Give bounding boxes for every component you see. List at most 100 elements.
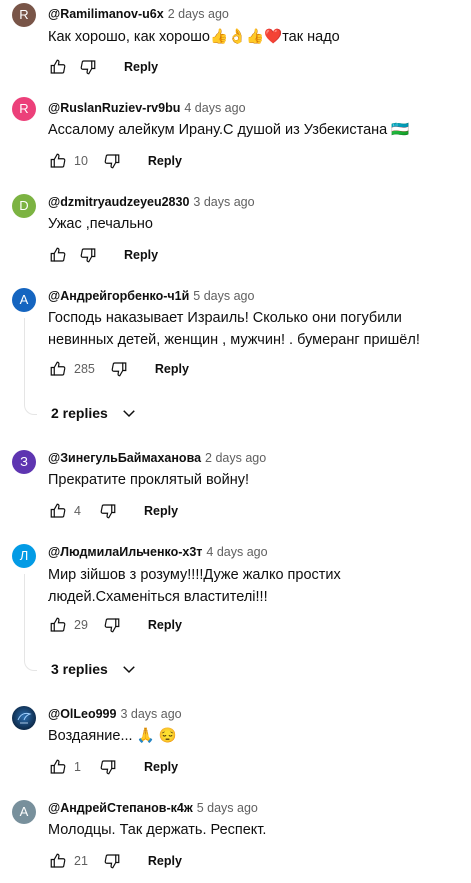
- view-replies-button[interactable]: 2 replies: [51, 404, 138, 422]
- dislike-button[interactable]: [78, 245, 98, 265]
- thumb-down-icon: [104, 854, 120, 869]
- thumb-up-icon: [50, 361, 66, 376]
- comment-time[interactable]: 3 days ago: [193, 195, 254, 209]
- thumb-down-icon: [80, 60, 96, 75]
- thumb-up-icon: [50, 503, 66, 518]
- like-button[interactable]: [48, 615, 68, 635]
- dislike-button[interactable]: [109, 359, 129, 379]
- like-count: 285: [74, 362, 95, 376]
- comment-text: Мир зійшов з розуму!!!!Дуже жалко прости…: [48, 567, 341, 605]
- author-name[interactable]: @ЗинегульБаймаханова: [48, 451, 201, 465]
- thread-line: [24, 574, 37, 671]
- comment-time[interactable]: 2 days ago: [168, 7, 229, 21]
- dislike-button[interactable]: [102, 615, 122, 635]
- author-name[interactable]: @dzmitryaudzeyeu2830: [48, 195, 189, 209]
- comment-text: Ассалому алейкум Ирану.С душой из Узбеки…: [48, 122, 410, 138]
- dislike-button[interactable]: [98, 501, 118, 521]
- author-name[interactable]: @Андрейгорбенко-ч1й: [48, 289, 189, 303]
- like-button[interactable]: [48, 501, 68, 521]
- author-name[interactable]: @RuslanRuziev-rv9bu: [48, 101, 180, 115]
- replies-count-label: 2 replies: [51, 405, 108, 421]
- comment-actions: 10 Reply: [48, 149, 182, 173]
- reply-button[interactable]: Reply: [144, 504, 178, 518]
- dislike-button[interactable]: [78, 57, 98, 77]
- author-name[interactable]: @ЛюдмилаИльченко-х3т: [48, 545, 202, 559]
- comment-text: Прекратите проклятый войну!: [48, 472, 249, 488]
- avatar[interactable]: D: [12, 194, 36, 218]
- dislike-button[interactable]: [102, 151, 122, 171]
- comment-time[interactable]: 5 days ago: [193, 289, 254, 303]
- reply-button[interactable]: Reply: [124, 248, 158, 262]
- comment-meta: @Андрейгорбенко-ч1й 5 days ago: [48, 289, 254, 303]
- reply-button[interactable]: Reply: [124, 60, 158, 74]
- chevron-down-icon: [123, 410, 135, 418]
- avatar[interactable]: R: [12, 3, 36, 27]
- author-name[interactable]: @Ramilimanov-u6x: [48, 7, 164, 21]
- comment-meta: @OlLeo999 3 days ago: [48, 707, 182, 721]
- like-button[interactable]: [48, 359, 68, 379]
- like-button[interactable]: [48, 245, 68, 265]
- thumb-down-icon: [104, 154, 120, 169]
- comment-text: Господь наказывает Израиль! Сколько они …: [48, 310, 420, 348]
- thumb-up-icon: [50, 247, 66, 262]
- avatar[interactable]: З: [12, 450, 36, 474]
- reply-button[interactable]: Reply: [155, 362, 189, 376]
- author-name[interactable]: @OlLeo999: [48, 707, 116, 721]
- comment-actions: 285 Reply: [48, 357, 189, 381]
- avatar[interactable]: А: [12, 288, 36, 312]
- comment-actions: 1 Reply: [48, 755, 178, 779]
- comment-meta: @ЛюдмилаИльченко-х3т 4 days ago: [48, 545, 268, 559]
- replies-count-label: 3 replies: [51, 661, 108, 677]
- reply-button[interactable]: Reply: [148, 618, 182, 632]
- like-button[interactable]: [48, 851, 68, 871]
- like-button[interactable]: [48, 57, 68, 77]
- comment-meta: @ЗинегульБаймаханова 2 days ago: [48, 451, 266, 465]
- comment-actions: Reply: [48, 55, 158, 79]
- like-count: 29: [74, 618, 88, 632]
- comment-time[interactable]: 2 days ago: [205, 451, 266, 465]
- comment-time[interactable]: 5 days ago: [197, 801, 258, 815]
- comment-text: Как хорошо, как хорошо👍👌👍❤️так надо: [48, 29, 340, 45]
- dislike-button[interactable]: [102, 851, 122, 871]
- avatar[interactable]: А: [12, 800, 36, 824]
- comment-actions: Reply: [48, 243, 158, 267]
- comment-meta: @Ramilimanov-u6x 2 days ago: [48, 7, 229, 21]
- dislike-button[interactable]: [98, 757, 118, 777]
- comment-time[interactable]: 4 days ago: [184, 101, 245, 115]
- like-count: 21: [74, 854, 88, 868]
- reply-button[interactable]: Reply: [144, 760, 178, 774]
- thread-line: [24, 318, 37, 415]
- comment-time[interactable]: 3 days ago: [120, 707, 181, 721]
- thumb-down-icon: [111, 362, 127, 377]
- author-name[interactable]: @АндрейСтепанов-к4ж: [48, 801, 193, 815]
- comment-text: Молодцы. Так держать. Респект.: [48, 822, 267, 838]
- like-button[interactable]: [48, 757, 68, 777]
- comment-actions: 21 Reply: [48, 849, 182, 873]
- avatar[interactable]: Л: [12, 544, 36, 568]
- chevron-down-icon: [123, 666, 135, 674]
- comment-actions: 4 Reply: [48, 499, 178, 523]
- comment-actions: 29 Reply: [48, 613, 182, 637]
- avatar[interactable]: R: [12, 97, 36, 121]
- thumb-up-icon: [50, 617, 66, 632]
- comment-text: Воздаяние... 🙏 😔: [48, 728, 177, 744]
- reply-button[interactable]: Reply: [148, 854, 182, 868]
- thumb-up-icon: [50, 153, 66, 168]
- comment-time[interactable]: 4 days ago: [206, 545, 267, 559]
- comment-meta: @dzmitryaudzeyeu2830 3 days ago: [48, 195, 255, 209]
- thumb-up-icon: [50, 759, 66, 774]
- thumb-down-icon: [100, 760, 116, 775]
- like-count: 10: [74, 154, 88, 168]
- like-count: 1: [74, 760, 81, 774]
- comment-text: Ужас ,печально: [48, 216, 153, 232]
- thumb-down-icon: [100, 504, 116, 519]
- comment-meta: @АндрейСтепанов-к4ж 5 days ago: [48, 801, 258, 815]
- reply-button[interactable]: Reply: [148, 154, 182, 168]
- thumb-up-icon: [50, 853, 66, 868]
- like-button[interactable]: [48, 151, 68, 171]
- avatar[interactable]: [12, 706, 36, 730]
- comment-meta: @RuslanRuziev-rv9bu 4 days ago: [48, 101, 246, 115]
- thumb-down-icon: [80, 248, 96, 263]
- thumb-up-icon: [50, 59, 66, 74]
- view-replies-button[interactable]: 3 replies: [51, 660, 138, 678]
